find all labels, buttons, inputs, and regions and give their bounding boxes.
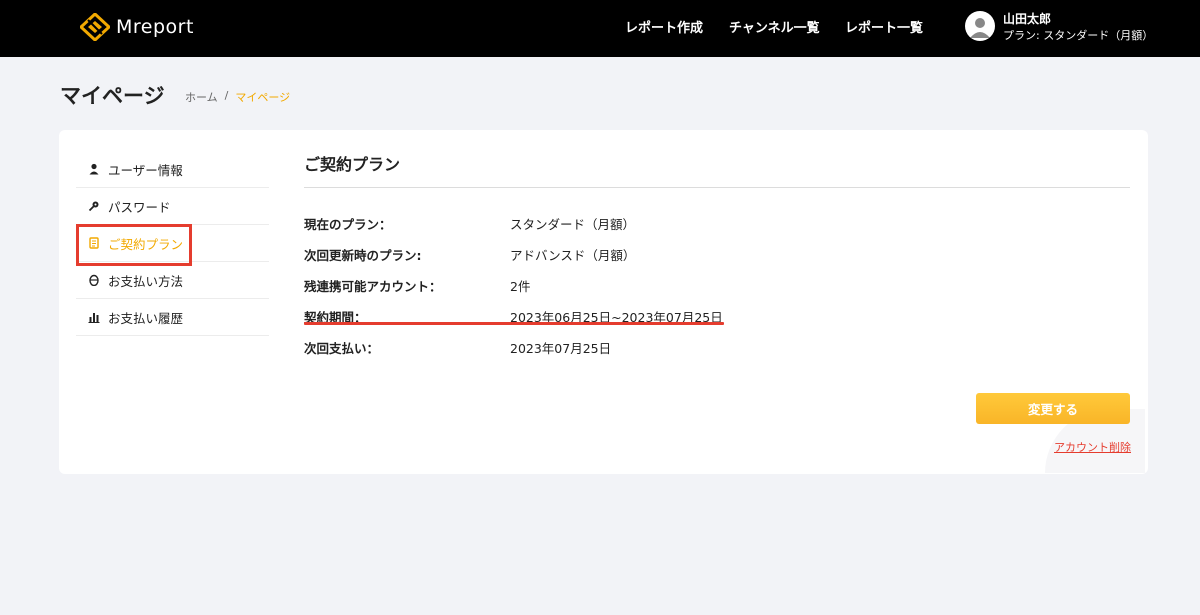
avatar[interactable] — [965, 11, 995, 41]
user-icon — [88, 163, 100, 175]
nav-create-report[interactable]: レポート作成 — [625, 17, 703, 36]
remaining-accounts-value: 2件 — [510, 279, 531, 294]
section-divider — [304, 187, 1130, 188]
nav-channel-list[interactable]: チャンネル一覧 — [729, 17, 820, 36]
delete-account-link[interactable]: アカウント削除 — [1054, 439, 1131, 455]
breadcrumb-separator: / — [224, 89, 229, 102]
logo-text: Mreport — [116, 16, 194, 38]
payment-icon — [88, 274, 100, 286]
sidebar-item-label: ユーザー情報 — [108, 162, 183, 178]
top-navbar: Mreport レポート作成 チャンネル一覧 レポート一覧 山田太郎 プラン: … — [0, 0, 1200, 57]
sidebar-item-label: パスワード — [108, 199, 171, 215]
active-item-highlight-box — [76, 224, 192, 266]
breadcrumb: ホーム / マイページ — [185, 89, 290, 105]
section-title: ご契約プラン — [304, 155, 401, 174]
sidebar-item-label: お支払い履歴 — [108, 310, 184, 326]
next-payment-value: 2023年07月25日 — [510, 341, 612, 356]
change-plan-button[interactable]: 変更する — [976, 393, 1130, 424]
next-payment-label: 次回支払い： — [304, 341, 380, 356]
user-name: 山田太郎 — [1003, 12, 1052, 26]
page-title: マイページ — [60, 84, 165, 108]
avatar-icon — [970, 18, 990, 38]
current-plan-value: スタンダード（月額） — [510, 217, 636, 232]
logo-icon — [80, 13, 110, 41]
breadcrumb-home[interactable]: ホーム — [185, 89, 218, 105]
user-plan: プラン: スタンダード（月額） — [1003, 29, 1154, 42]
sidebar-item-payment-history[interactable]: お支払い履歴 — [76, 299, 269, 336]
breadcrumb-current: マイページ — [235, 91, 291, 104]
next-plan-label: 次回更新時のプラン: — [304, 248, 422, 263]
next-plan-value: アドバンスド（月額） — [510, 248, 636, 263]
current-plan-label: 現在のプラン： — [304, 217, 392, 232]
remaining-accounts-label: 残連携可能アカウント： — [304, 279, 442, 294]
contract-period-underline — [304, 322, 724, 325]
sidebar-item-payment-method[interactable]: お支払い方法 — [76, 262, 269, 299]
history-chart-icon — [88, 311, 100, 323]
sidebar-item-password[interactable]: パスワード — [76, 188, 269, 225]
key-icon — [88, 200, 100, 212]
sidebar-item-user-info[interactable]: ユーザー情報 — [76, 151, 269, 188]
sidebar-item-label: お支払い方法 — [108, 273, 184, 289]
logo[interactable]: Mreport — [80, 13, 194, 41]
nav-report-list[interactable]: レポート一覧 — [845, 17, 923, 36]
